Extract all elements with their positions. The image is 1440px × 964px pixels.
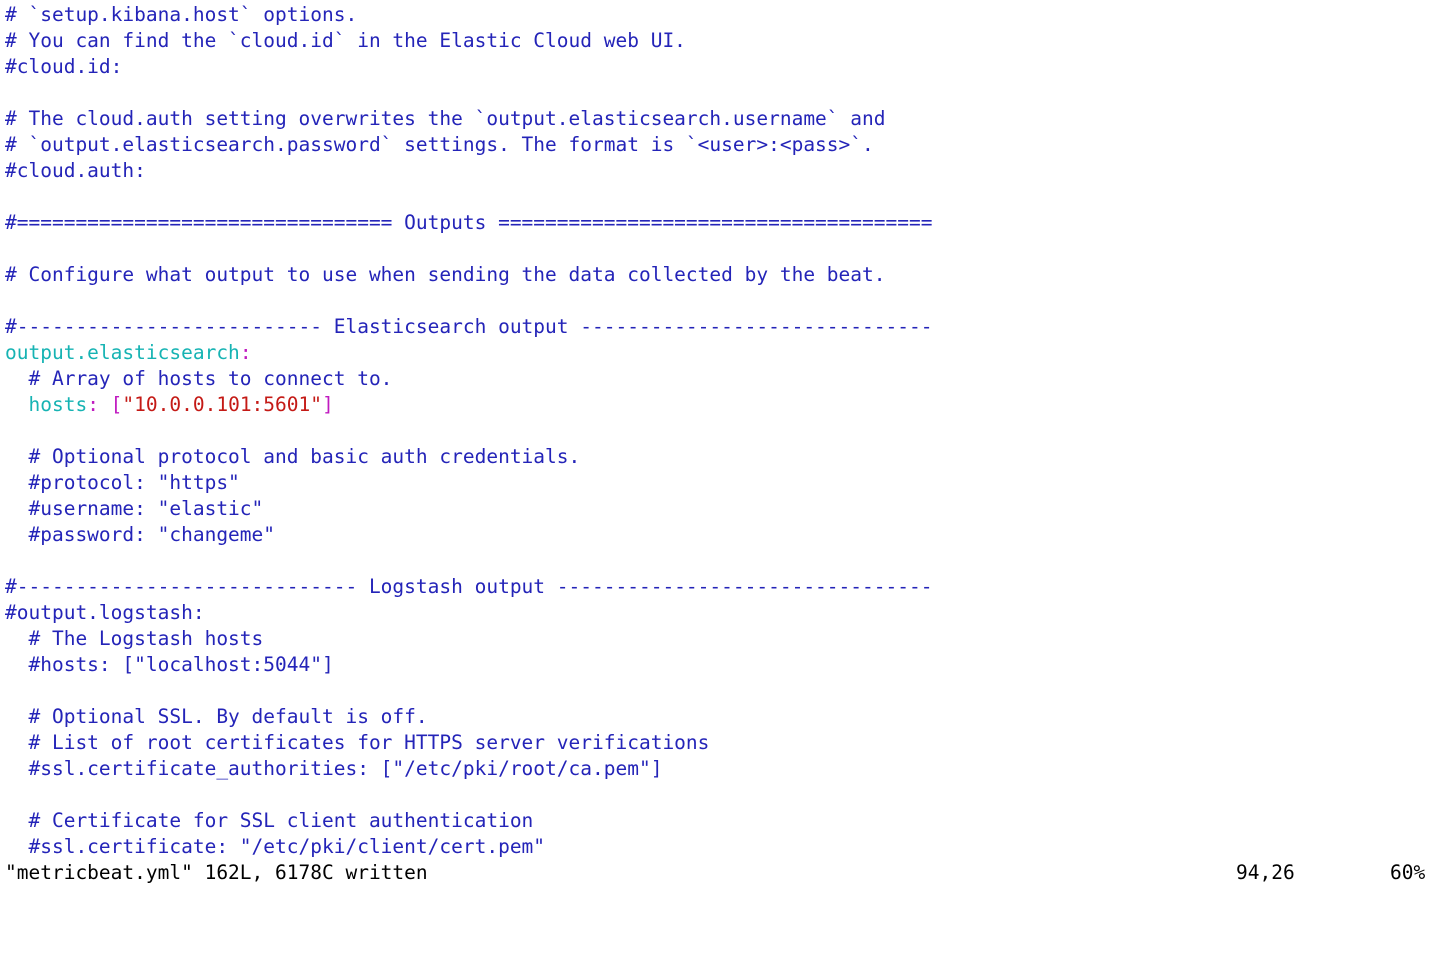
code-line: #cloud.id:: [5, 55, 123, 78]
cursor-position: 94,26: [1236, 861, 1295, 884]
code-line: # Optional protocol and basic auth crede…: [5, 445, 581, 468]
bracket-close: ]: [322, 393, 334, 416]
code-line: # Certificate for SSL client authenticat…: [5, 809, 534, 832]
scroll-percent: 60%: [1390, 861, 1426, 884]
yaml-string-value: "10.0.0.101:5601": [122, 393, 323, 416]
code-line: #protocol: "https": [5, 471, 240, 494]
code-line-hosts: hosts: ["10.0.0.101:5601"]: [5, 392, 1440, 418]
code-line: #ssl.certificate: "/etc/pki/client/cert.…: [5, 835, 546, 858]
yaml-key: hosts: [28, 393, 88, 416]
code-line: # `setup.kibana.host` options.: [5, 3, 358, 26]
code-line: # The cloud.auth setting overwrites the …: [5, 107, 886, 130]
code-line-output-elasticsearch: output.elasticsearch:: [5, 340, 1440, 366]
status-bar: "metricbeat.yml" 162L, 6178C written 94,…: [5, 860, 1440, 886]
code-line: # Optional SSL. By default is off.: [5, 705, 428, 728]
editor-text-area[interactable]: # `setup.kibana.host` options. # You can…: [5, 2, 1440, 860]
yaml-colon: :: [239, 341, 252, 364]
code-line: # Array of hosts to connect to.: [5, 367, 393, 390]
code-line: #cloud.auth:: [5, 159, 146, 182]
code-line: #output.logstash:: [5, 601, 205, 624]
code-line: # List of root certificates for HTTPS se…: [5, 731, 710, 754]
code-line: #username: "elastic": [5, 497, 264, 520]
code-line: #password: "changeme": [5, 523, 276, 546]
yaml-colon: :: [87, 393, 111, 416]
code-line: # `output.elasticsearch.password` settin…: [5, 133, 874, 156]
yaml-key: output.elasticsearch: [5, 341, 240, 364]
code-line: # The Logstash hosts: [5, 627, 264, 650]
section-header-elasticsearch: #-------------------------- Elasticsearc…: [5, 315, 933, 338]
code-line: #hosts: ["localhost:5044"]: [5, 653, 334, 676]
code-line: #ssl.certificate_authorities: ["/etc/pki…: [5, 757, 663, 780]
code-line: # Configure what output to use when send…: [5, 263, 886, 286]
section-header-outputs: #================================ Output…: [5, 211, 933, 234]
status-message: "metricbeat.yml" 162L, 6178C written: [5, 861, 428, 884]
code-line: # You can find the `cloud.id` in the Ela…: [5, 29, 686, 52]
bracket-open: [: [110, 393, 123, 416]
section-header-logstash: #----------------------------- Logstash …: [5, 575, 933, 598]
